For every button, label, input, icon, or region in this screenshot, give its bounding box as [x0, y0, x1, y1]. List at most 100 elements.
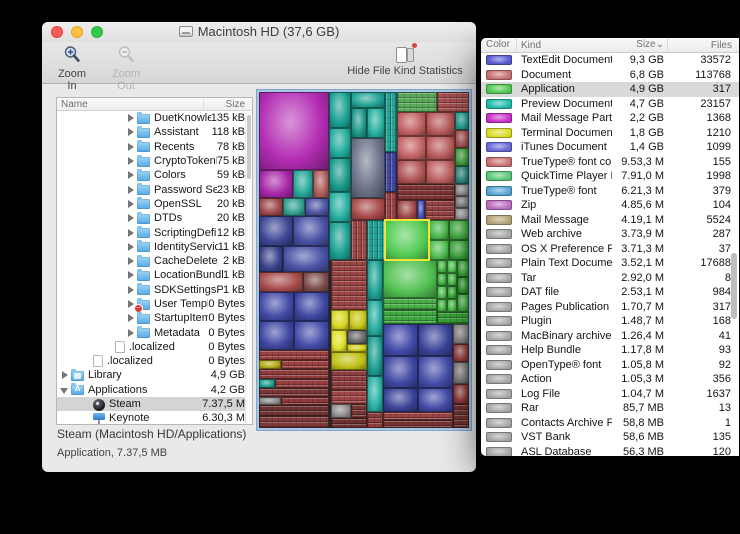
- treemap-cell[interactable]: [453, 324, 469, 344]
- treemap-cell[interactable]: [447, 286, 457, 299]
- stats-row[interactable]: iTunes Document 1,4 GB 1099: [481, 140, 739, 155]
- stats-row[interactable]: TextEdit Document 9,3 GB 33572: [481, 53, 739, 68]
- zoom-window-button[interactable]: [91, 26, 103, 38]
- stats-row[interactable]: Log File 1.04,7 M 1637: [481, 387, 739, 402]
- treemap-cell[interactable]: [418, 356, 453, 388]
- treemap-cell[interactable]: [437, 260, 447, 273]
- tree-row[interactable]: Assistant 118 kB: [57, 125, 252, 139]
- zoom-out-button[interactable]: Zoom Out: [98, 44, 154, 93]
- treemap-cell[interactable]: [329, 192, 351, 222]
- stats-column-color[interactable]: Color: [481, 38, 517, 52]
- stats-row[interactable]: Help Bundle 1.17,8 M 93: [481, 343, 739, 358]
- treemap-cell[interactable]: [313, 170, 329, 198]
- treemap-cell[interactable]: [347, 344, 367, 352]
- tree-scrollbar[interactable]: [245, 112, 252, 424]
- treemap-cell[interactable]: [331, 260, 367, 310]
- tree-row[interactable]: Colors 59 kB: [57, 168, 252, 182]
- tree-row[interactable]: Steam 7.37,5 M: [57, 396, 252, 412]
- tree-row[interactable]: Keynote 6.30,3 M: [57, 411, 252, 424]
- hide-file-kind-statistics-button[interactable]: Hide File Kind Statistics: [340, 43, 470, 78]
- tree-row[interactable]: OpenSSL 20 kB: [57, 197, 252, 211]
- stats-row[interactable]: OpenType® font 1.05,8 M 92: [481, 358, 739, 373]
- treemap-cell[interactable]: [281, 360, 329, 369]
- treemap-cell[interactable]: [383, 310, 437, 324]
- treemap-cell[interactable]: [347, 330, 367, 344]
- treemap-cell[interactable]: [331, 352, 367, 370]
- disclosure-triangle-icon[interactable]: [125, 198, 137, 210]
- treemap-cell[interactable]: [417, 200, 425, 220]
- stats-row[interactable]: Action 1.05,3 M 356: [481, 372, 739, 387]
- treemap-cell[interactable]: [455, 130, 469, 148]
- treemap[interactable]: [257, 90, 471, 430]
- treemap-cell[interactable]: [351, 198, 385, 220]
- tree-row[interactable]: IdentityServices11 kB: [57, 240, 252, 254]
- tree-row[interactable]: LocationBundles1 kB: [57, 268, 252, 282]
- treemap-cell[interactable]: [453, 362, 469, 384]
- treemap-cell[interactable]: [351, 108, 367, 138]
- treemap-cell[interactable]: [397, 160, 426, 184]
- stats-row[interactable]: Mail Message Part 2,2 GB 1368: [481, 111, 739, 126]
- treemap-cell[interactable]: [457, 260, 469, 277]
- tree-row[interactable]: Recents 78 kB: [57, 140, 252, 154]
- treemap-cell[interactable]: [455, 208, 469, 220]
- tree-row[interactable]: Library 4,9 GB: [57, 368, 252, 382]
- treemap-cell[interactable]: [449, 220, 469, 240]
- treemap-cell[interactable]: [259, 170, 293, 198]
- treemap-cell[interactable]: [437, 273, 447, 286]
- treemap-cell[interactable]: [331, 390, 367, 404]
- disclosure-triangle-icon[interactable]: [125, 112, 137, 124]
- treemap-cell[interactable]: [259, 92, 329, 170]
- tree-row[interactable]: CacheDelete 2 kB: [57, 254, 252, 268]
- treemap-cell-selected[interactable]: [384, 219, 430, 261]
- tree-row[interactable]: .localized 0 Bytes: [57, 354, 252, 368]
- treemap-cell[interactable]: [259, 198, 283, 216]
- treemap-cell[interactable]: [259, 405, 329, 416]
- treemap-cell[interactable]: [329, 92, 351, 128]
- treemap-cell[interactable]: [418, 324, 453, 356]
- treemap-cell[interactable]: [259, 416, 329, 428]
- treemap-cell[interactable]: [397, 112, 426, 136]
- disclosure-triangle-icon[interactable]: [125, 169, 137, 181]
- stats-row[interactable]: TrueType® font 6.21,3 M 379: [481, 184, 739, 199]
- tree-row[interactable]: SDKSettingsPlist1 kB: [57, 283, 252, 297]
- treemap-cell[interactable]: [331, 330, 347, 352]
- zoom-in-button[interactable]: Zoom In: [48, 44, 96, 93]
- treemap-cell[interactable]: [294, 321, 329, 350]
- stats-row[interactable]: Mail Message 4.19,1 M 5524: [481, 213, 739, 228]
- treemap-cell[interactable]: [418, 388, 453, 412]
- treemap-cell[interactable]: [383, 324, 418, 356]
- treemap-cell[interactable]: [397, 136, 426, 160]
- stats-row[interactable]: Tar 2.92,0 M 8: [481, 271, 739, 286]
- stats-column-files[interactable]: Files: [668, 40, 739, 51]
- disclosure-triangle-icon[interactable]: [59, 369, 71, 381]
- stats-row[interactable]: DAT file 2.53,1 M 984: [481, 285, 739, 300]
- treemap-cell[interactable]: [383, 260, 437, 298]
- treemap-cell[interactable]: [455, 196, 469, 208]
- treemap-cell[interactable]: [259, 360, 281, 369]
- treemap-cell[interactable]: [331, 370, 367, 390]
- treemap-cell[interactable]: [259, 350, 329, 360]
- treemap-cell[interactable]: [455, 148, 469, 166]
- treemap-cell[interactable]: [447, 299, 457, 312]
- treemap-cell[interactable]: [303, 272, 329, 292]
- treemap-cell[interactable]: [425, 200, 455, 220]
- treemap-cell[interactable]: [305, 198, 329, 216]
- treemap-cell[interactable]: [383, 356, 418, 388]
- stats-row[interactable]: Plugin 1.48,7 M 168: [481, 314, 739, 329]
- stats-column-size[interactable]: Size⌄: [612, 38, 668, 52]
- treemap-cell[interactable]: [329, 222, 351, 260]
- stats-row[interactable]: VST Bank 58,6 MB 135: [481, 430, 739, 445]
- treemap-cell[interactable]: [455, 112, 469, 130]
- treemap-cell[interactable]: [367, 336, 383, 376]
- treemap-cell[interactable]: [457, 277, 469, 294]
- tree-row[interactable]: DuetKnowledgeBa135 kB: [57, 111, 252, 125]
- treemap-cell[interactable]: [294, 292, 329, 321]
- stats-row[interactable]: OS X Preference Pane 3.71,3 M 37: [481, 242, 739, 257]
- disclosure-triangle-icon[interactable]: [125, 241, 137, 253]
- treemap-cell[interactable]: [331, 404, 351, 418]
- disclosure-triangle-icon[interactable]: [125, 284, 137, 296]
- treemap-cell[interactable]: [367, 260, 383, 300]
- stats-row[interactable]: Application 4,9 GB 317: [481, 82, 739, 97]
- disclosure-triangle-icon[interactable]: [125, 255, 137, 267]
- treemap-cell[interactable]: [293, 170, 313, 198]
